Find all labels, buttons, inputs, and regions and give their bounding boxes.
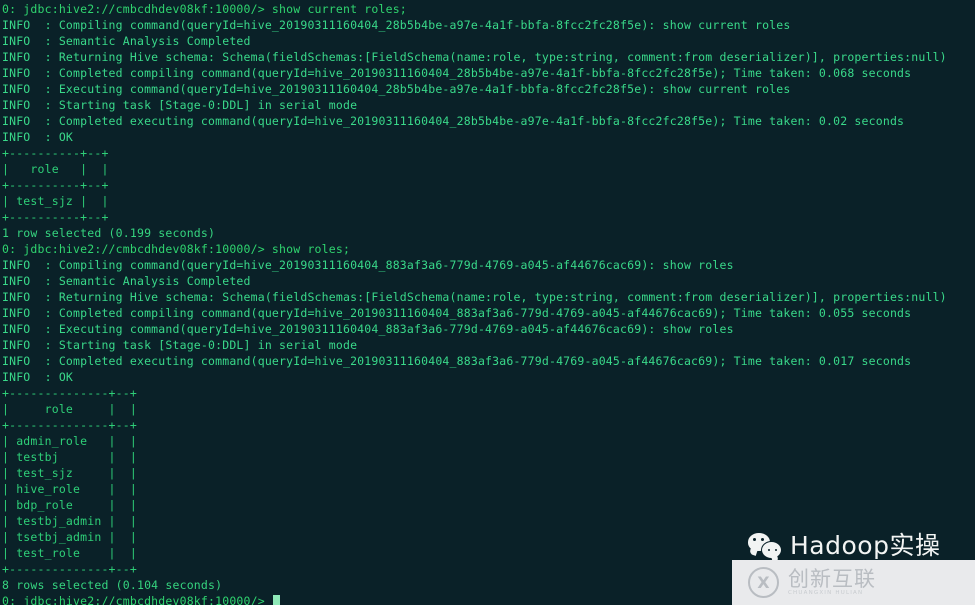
- terminal-line-prompt: 0: jdbc:hive2://cmbcdhdev08kf:10000/> sh…: [2, 2, 407, 16]
- terminal-line-info: INFO : Starting task [Stage-0:DDL] in se…: [2, 98, 358, 112]
- terminal-line-table: +--------------+--+: [2, 562, 137, 576]
- terminal-line-info: INFO : Completed executing command(query…: [2, 354, 912, 368]
- terminal-line-table: | test_sjz | |: [2, 466, 137, 480]
- terminal-line-prompt: 0: jdbc:hive2://cmbcdhdev08kf:10000/> sh…: [2, 242, 351, 256]
- terminal-line-table: | role | |: [2, 162, 109, 176]
- terminal-line-table: +--------------+--+: [2, 386, 137, 400]
- terminal-line-table: +--------------+--+: [2, 418, 137, 432]
- terminal-line-info: INFO : Compiling command(queryId=hive_20…: [2, 18, 791, 32]
- text-cursor: [272, 595, 280, 605]
- terminal-line-prompt: 0: jdbc:hive2://cmbcdhdev08kf:10000/>: [2, 593, 975, 605]
- terminal-line-table: | test_role | |: [2, 546, 137, 560]
- terminal-line-text: 0: jdbc:hive2://cmbcdhdev08kf:10000/>: [2, 594, 272, 605]
- terminal-line-table: | test_sjz | |: [2, 194, 109, 208]
- terminal-line-result: 1 row selected (0.199 seconds): [2, 226, 216, 240]
- terminal-line-table: | testbj_admin | |: [2, 514, 137, 528]
- terminal-line-info: INFO : Starting task [Stage-0:DDL] in se…: [2, 338, 358, 352]
- terminal-line-info: INFO : Semantic Analysis Completed: [2, 274, 251, 288]
- terminal-line-table: | testbj | |: [2, 450, 137, 464]
- terminal-line-table: +----------+--+: [2, 210, 109, 224]
- terminal-line-info: INFO : Completed executing command(query…: [2, 114, 905, 128]
- terminal-line-info: INFO : Completed compiling command(query…: [2, 306, 912, 320]
- terminal-output: 0: jdbc:hive2://cmbcdhdev08kf:10000/> sh…: [2, 1, 975, 605]
- terminal-line-table: | bdp_role | |: [2, 498, 137, 512]
- terminal-line-info: INFO : OK: [2, 130, 74, 144]
- terminal-line-table: | tsetbj_admin | |: [2, 530, 137, 544]
- terminal-line-info: INFO : OK: [2, 370, 74, 384]
- terminal-line-info: INFO : Returning Hive schema: Schema(fie…: [2, 290, 947, 304]
- terminal-line-info: INFO : Compiling command(queryId=hive_20…: [2, 258, 734, 272]
- terminal-line-table: | admin_role | |: [2, 434, 137, 448]
- terminal-line-info: INFO : Completed compiling command(query…: [2, 66, 912, 80]
- terminal-line-result: 8 rows selected (0.104 seconds): [2, 578, 223, 592]
- terminal-line-info: INFO : Returning Hive schema: Schema(fie…: [2, 50, 947, 64]
- terminal-line-info: INFO : Semantic Analysis Completed: [2, 34, 251, 48]
- terminal-line-table: | role | |: [2, 402, 137, 416]
- terminal-line-table: +----------+--+: [2, 146, 109, 160]
- terminal-line-table: +----------+--+: [2, 178, 109, 192]
- terminal-line-table: | hive_role | |: [2, 482, 137, 496]
- terminal-line-info: INFO : Executing command(queryId=hive_20…: [2, 322, 734, 336]
- terminal-window[interactable]: 0: jdbc:hive2://cmbcdhdev08kf:10000/> sh…: [0, 0, 975, 605]
- terminal-line-info: INFO : Executing command(queryId=hive_20…: [2, 82, 791, 96]
